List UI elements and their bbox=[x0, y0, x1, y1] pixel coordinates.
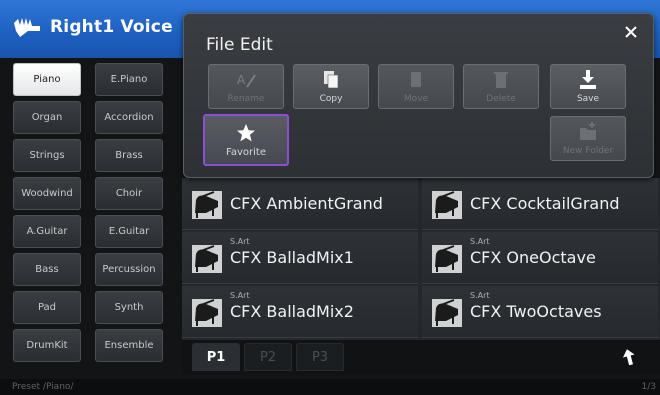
rename-label: Rename bbox=[227, 94, 265, 104]
voice-type-label: S.Art bbox=[470, 237, 490, 246]
voice-item[interactable]: S.Art CFX BalladMix1 bbox=[182, 232, 418, 284]
page-bar: P1 P2 P3 bbox=[182, 340, 660, 374]
copy-label: Copy bbox=[319, 94, 343, 104]
category-e-piano[interactable]: E.Piano bbox=[95, 63, 163, 96]
category-synth[interactable]: Synth bbox=[95, 291, 163, 324]
file-edit-dialog: File Edit A Rename Copy Move Delete Save… bbox=[183, 13, 654, 178]
page-counter: 1/3 bbox=[641, 382, 656, 392]
voice-name: CFX OneOctave bbox=[470, 248, 596, 267]
up-folder-icon[interactable] bbox=[618, 346, 640, 368]
category-woodwind[interactable]: Woodwind bbox=[13, 177, 81, 210]
voice-name: CFX BalladMix1 bbox=[230, 248, 354, 267]
delete-label: Delete bbox=[486, 94, 516, 104]
voice-list: CFX AmbientGrand CFX CocktailGrand S.Art CF… bbox=[182, 178, 660, 340]
new-folder-button[interactable]: New Folder bbox=[550, 116, 626, 161]
category-bass[interactable]: Bass bbox=[13, 253, 81, 286]
category-accordion[interactable]: Accordion bbox=[95, 101, 163, 134]
grand-piano-icon bbox=[192, 299, 222, 327]
voice-name: CFX TwoOctaves bbox=[470, 302, 602, 321]
page-title: Right1 Voice bbox=[50, 17, 173, 37]
category-pad[interactable]: Pad bbox=[13, 291, 81, 324]
save-label: Save bbox=[576, 94, 600, 104]
delete-button[interactable]: Delete bbox=[463, 64, 539, 109]
favorite-label: Favorite bbox=[226, 147, 266, 158]
tab-p2[interactable]: P2 bbox=[244, 343, 292, 371]
grand-piano-icon bbox=[432, 245, 462, 273]
delete-icon bbox=[494, 72, 508, 88]
svg-text:A: A bbox=[237, 73, 246, 87]
save-button[interactable]: Save bbox=[550, 64, 626, 109]
new-folder-label: New Folder bbox=[562, 146, 614, 156]
grand-piano-icon bbox=[192, 191, 222, 219]
category-organ[interactable]: Organ bbox=[13, 101, 81, 134]
voice-name: CFX BalladMix2 bbox=[230, 302, 354, 321]
move-label: Move bbox=[403, 94, 429, 104]
voice-item[interactable]: S.Art CFX TwoOctaves bbox=[422, 286, 658, 338]
voice-item[interactable]: CFX AmbientGrand bbox=[182, 178, 418, 230]
category-piano[interactable]: Piano bbox=[13, 63, 81, 96]
category-drumkit[interactable]: DrumKit bbox=[13, 329, 81, 362]
tab-p1[interactable]: P1 bbox=[192, 343, 240, 371]
voice-name: CFX CocktailGrand bbox=[470, 194, 620, 213]
current-path: Preset /Piano/ bbox=[12, 382, 74, 392]
category-choir[interactable]: Choir bbox=[95, 177, 163, 210]
star-icon bbox=[237, 124, 255, 142]
close-icon[interactable] bbox=[623, 24, 639, 40]
copy-button[interactable]: Copy bbox=[293, 64, 369, 109]
tab-p3[interactable]: P3 bbox=[296, 343, 344, 371]
voice-type-label: S.Art bbox=[470, 291, 490, 300]
category-strings[interactable]: Strings bbox=[13, 139, 81, 172]
category-percussion[interactable]: Percussion bbox=[95, 253, 163, 286]
grand-piano-icon bbox=[432, 191, 462, 219]
save-icon bbox=[580, 70, 596, 89]
move-button[interactable]: Move bbox=[378, 64, 454, 109]
grand-piano-icon bbox=[192, 245, 222, 273]
voice-item[interactable]: S.Art CFX OneOctave bbox=[422, 232, 658, 284]
favorite-button[interactable]: Favorite bbox=[203, 114, 289, 166]
category-ensemble[interactable]: Ensemble bbox=[95, 329, 163, 362]
copy-icon bbox=[324, 71, 339, 89]
rename-icon: A bbox=[237, 73, 256, 88]
dialog-title: File Edit bbox=[206, 35, 273, 55]
rename-button[interactable]: A Rename bbox=[208, 64, 284, 109]
category-e-guitar[interactable]: E.Guitar bbox=[95, 215, 163, 248]
voice-item[interactable]: CFX CocktailGrand bbox=[422, 178, 658, 230]
move-icon bbox=[411, 72, 421, 87]
grand-piano-icon bbox=[432, 299, 462, 327]
category-brass[interactable]: Brass bbox=[95, 139, 163, 172]
voice-type-label: S.Art bbox=[230, 237, 250, 246]
status-bar: Preset /Piano/ 1/3 bbox=[0, 379, 660, 395]
keyboard-hand-icon bbox=[14, 18, 40, 37]
new-folder-icon bbox=[580, 122, 596, 140]
voice-type-label: S.Art bbox=[230, 291, 250, 300]
voice-name: CFX AmbientGrand bbox=[230, 194, 383, 213]
voice-item[interactable]: S.Art CFX BalladMix2 bbox=[182, 286, 418, 338]
category-a-guitar[interactable]: A.Guitar bbox=[13, 215, 81, 248]
